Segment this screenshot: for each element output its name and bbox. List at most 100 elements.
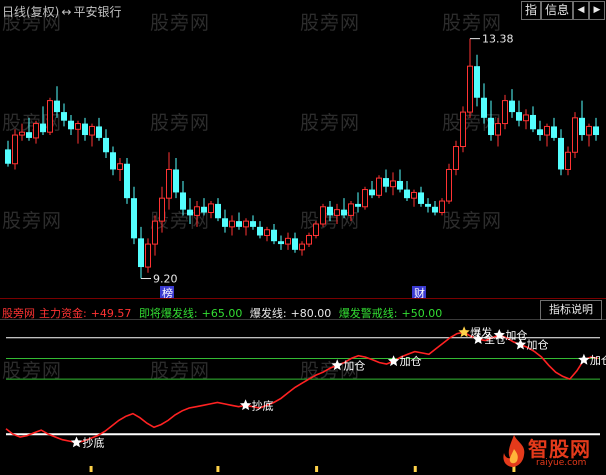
candle-body (320, 206, 326, 225)
chart-title-bar: 日线(复权) ↔ 平安银行 指 信息 ◀ ▶ (0, 0, 606, 20)
candle-body (26, 132, 32, 138)
candle-body (348, 203, 354, 216)
candle-body (5, 149, 11, 164)
signal-star-icon (578, 353, 590, 365)
signal-label: 加仓 (505, 328, 527, 342)
candle-body (383, 178, 389, 187)
flame-logo-icon (503, 435, 525, 467)
candle-body (418, 192, 424, 204)
candle-body (362, 189, 368, 208)
candle-body (236, 221, 242, 227)
main-funds-line (5, 331, 599, 444)
candle-body (82, 123, 88, 136)
candle-body (369, 189, 375, 196)
candle-body (12, 134, 18, 165)
main-funds-label: 主力资金: (39, 307, 87, 320)
candle-body (257, 226, 263, 236)
burst-line-label: 爆发线: (249, 307, 287, 320)
candle-body (404, 189, 410, 199)
candle-body (341, 209, 347, 216)
candle-body (194, 206, 200, 216)
logo-domain: raiyue.com (536, 458, 587, 468)
volume-marker (315, 466, 319, 472)
site-logo: 智股网 raiyue.com (500, 433, 600, 471)
candle-body (411, 191, 417, 199)
signal-star-icon (239, 399, 252, 411)
candle-body (201, 206, 207, 213)
candle-body (481, 97, 487, 118)
high-price-label: 13.38 (482, 33, 514, 46)
panel-divider (0, 298, 606, 299)
candle-body (334, 209, 340, 216)
candle-body (103, 137, 109, 153)
candle-body (488, 117, 494, 136)
candle-body (530, 114, 536, 130)
signal-label: 加仓 (343, 358, 365, 372)
candle-body (159, 197, 165, 222)
next-arrow-icon[interactable]: ▶ (589, 1, 605, 20)
candle-body (124, 163, 130, 199)
candle-body (278, 241, 284, 245)
candle-body (19, 131, 25, 136)
info-button[interactable]: 信息 (541, 1, 573, 20)
candle-body (117, 163, 123, 170)
candle-body (145, 243, 151, 268)
candle-body (327, 206, 333, 216)
candle-body (187, 209, 193, 216)
signal-label: 抄底 (82, 435, 104, 449)
candle-body (96, 126, 102, 138)
low-price-label: 9.20 (153, 273, 178, 286)
indicator-button[interactable]: 指 (521, 1, 541, 20)
candle-body (572, 117, 578, 153)
candle-body (376, 177, 382, 196)
candle-body (138, 238, 144, 268)
candle-body (474, 66, 480, 98)
price-candlestick-chart[interactable]: 13.389.20榜财 (0, 20, 606, 300)
signal-star-icon (331, 359, 343, 371)
candle-body (537, 129, 543, 136)
signal-label: 加仓 (526, 338, 548, 352)
candle-body (292, 238, 298, 250)
period-label[interactable]: 日线(复权) (2, 5, 59, 19)
stock-chart-window: 股旁网 股旁网 股旁网 股旁网 股旁网 股旁网 股旁网 股旁网 股旁网 股旁网 … (0, 0, 606, 475)
candle-body (544, 125, 550, 136)
period-switch-icon[interactable]: ↔ (61, 5, 71, 19)
candle-body (439, 200, 445, 214)
candle-body (355, 203, 361, 207)
candle-body (229, 220, 235, 228)
indicator-legend: 股旁网 主力资金: +49.57 即将爆发线: +65.00 爆发线: +80.00 爆… (2, 305, 446, 321)
candle-body (173, 169, 179, 193)
candle-body (152, 220, 158, 245)
indicator-help-button[interactable]: 指标说明 (540, 300, 602, 320)
about-to-burst-value: +65.00 (201, 307, 243, 320)
candle-body (495, 123, 501, 136)
candle-body (467, 65, 473, 113)
candle-body (131, 198, 137, 239)
prev-arrow-icon[interactable]: ◀ (573, 1, 589, 20)
volume-marker (413, 466, 417, 472)
candle-body (243, 220, 249, 228)
candle-body (397, 180, 403, 190)
burst-warning-label: 爆发警戒线: (338, 307, 398, 320)
candle-body (215, 203, 221, 219)
candle-body (390, 180, 396, 188)
candle-body (271, 229, 277, 242)
candle-body (516, 112, 522, 121)
candle-body (313, 223, 319, 236)
candle-body (446, 168, 452, 202)
signal-label: 抄底 (252, 398, 274, 412)
candle-body (586, 125, 592, 136)
signal-star-icon (70, 436, 83, 448)
candle-body (579, 117, 585, 136)
candle-body (299, 243, 305, 251)
stock-name: 平安银行 (73, 5, 122, 19)
volume-marker (216, 466, 220, 472)
candle-body (551, 126, 557, 138)
candle-body (425, 203, 431, 207)
candle-body (89, 125, 95, 136)
candle-body (54, 100, 60, 113)
candle-body (306, 234, 312, 245)
candle-body (222, 218, 228, 227)
candle-body (432, 206, 438, 213)
burst-warning-value: +50.00 (401, 307, 443, 320)
